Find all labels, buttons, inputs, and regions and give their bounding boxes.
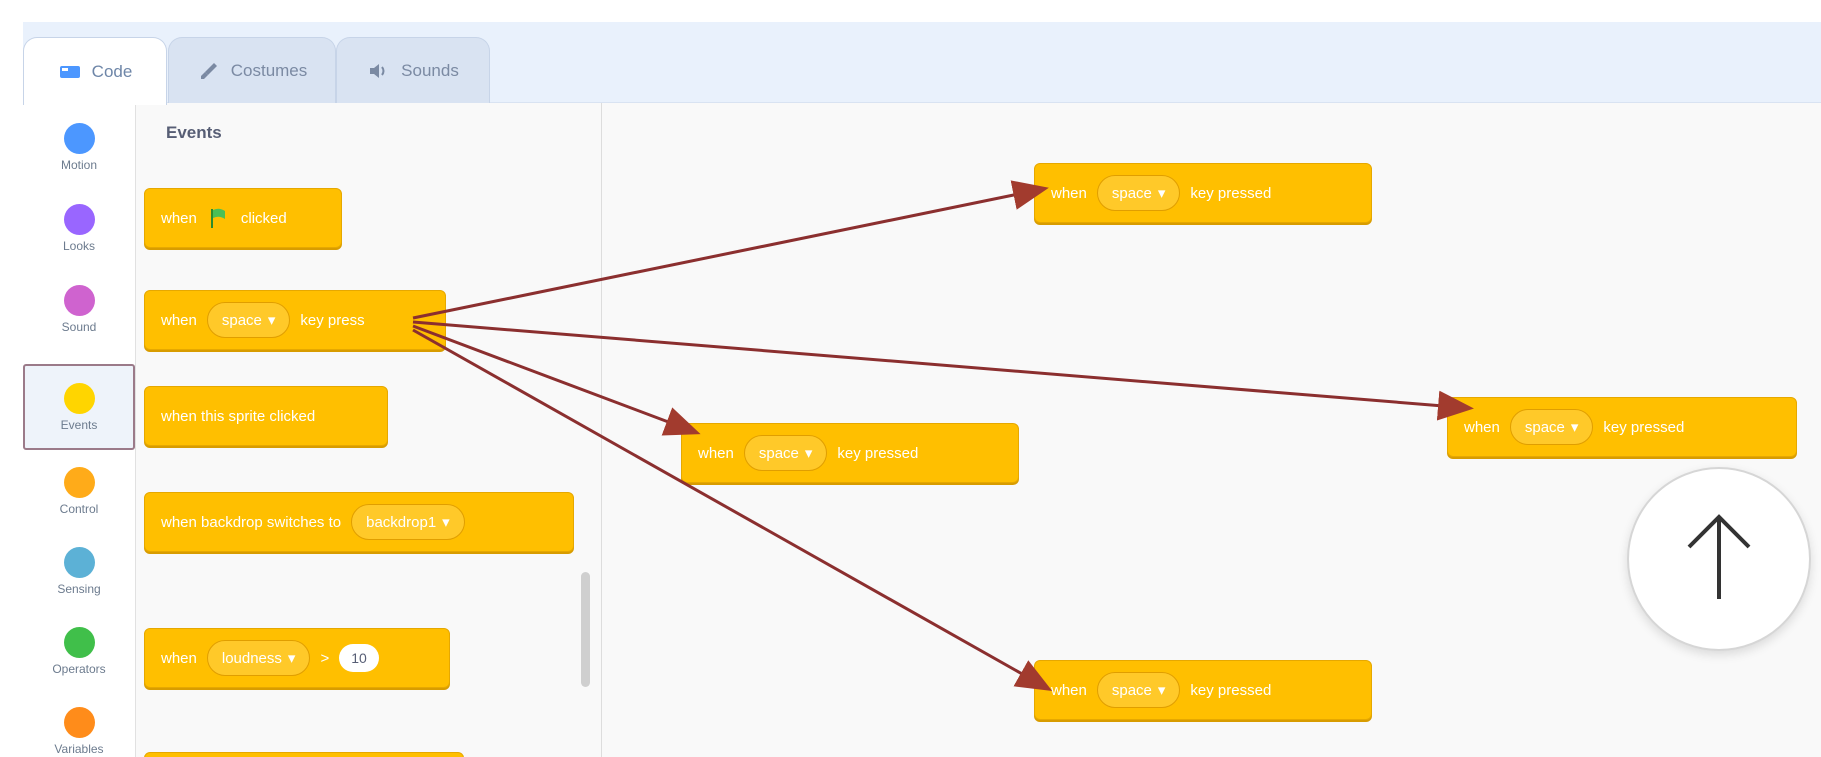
arrow-line [412, 180, 1049, 320]
scroll-up-button[interactable] [1627, 467, 1811, 651]
arrow-line [412, 328, 1053, 691]
arrow-up-icon [1679, 507, 1759, 612]
arrow-line [412, 320, 1474, 421]
tab-label: Code [91, 61, 133, 81]
tab-code[interactable]: Code [23, 37, 167, 105]
drag-arrows [412, 180, 1474, 691]
code-icon [58, 62, 82, 82]
scratch-editor: Code Costumes Sounds Motion Looks Sound [23, 22, 1821, 757]
